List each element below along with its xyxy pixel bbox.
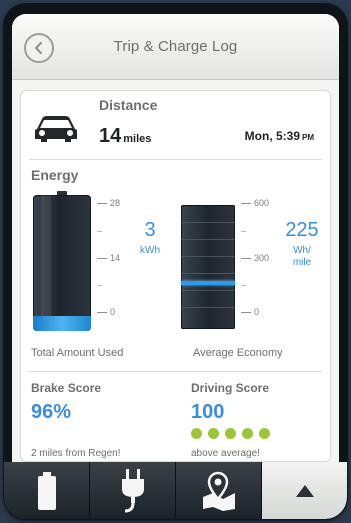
distance-unit: miles [123, 133, 152, 145]
gauge-line [181, 222, 235, 223]
economy-unit-line1: Wh/ [293, 245, 311, 256]
battery-fill [33, 316, 91, 331]
brake-score-value: 96% [31, 401, 72, 423]
gauge-line [181, 256, 235, 257]
score-dot [225, 428, 236, 439]
distance-label: Distance [99, 97, 158, 113]
brake-score-label: Brake Score [31, 381, 102, 395]
trip-card: Distance 14 miles Mon, 5:39 PM Energy 28 1… [20, 90, 331, 462]
energy-used-unit: kWh [140, 245, 160, 256]
battery-gauge [33, 195, 91, 331]
economy-scale: 600 300 0 [241, 198, 271, 317]
plug-icon [121, 468, 144, 512]
score-dot [259, 428, 270, 439]
gauge-line [181, 239, 235, 240]
battery-scale: 28 14 0 [97, 198, 127, 317]
energy-label: Energy [31, 167, 79, 183]
distance-value: 14 miles [99, 125, 151, 148]
trip-time: Mon, 5:39 PM [245, 129, 314, 143]
economy-unit-line2: mile [292, 257, 312, 268]
driving-score-dots [191, 428, 270, 439]
scale-tick [241, 231, 246, 232]
screen: Trip & Charge Log Distance 14 miles Mon, … [12, 14, 339, 462]
driving-score-note: above average! [191, 448, 260, 459]
distance-number: 14 [99, 125, 122, 147]
driving-score-value: 100 [191, 401, 225, 423]
up-arrow-icon [295, 484, 314, 497]
gauge-line [181, 307, 235, 308]
scale-tick [97, 203, 107, 204]
scale-tick [97, 231, 102, 232]
scale-label-max: 600 [254, 198, 270, 208]
scale-tick [241, 285, 246, 286]
map-pin-icon [202, 471, 235, 511]
tab-map[interactable] [176, 462, 262, 519]
economy-caption: Average Economy [193, 347, 283, 359]
gauge-line [181, 290, 235, 291]
energy-used-caption: Total Amount Used [31, 347, 124, 359]
tab-bar [4, 462, 347, 519]
tab-battery[interactable] [4, 462, 90, 519]
tab-expand[interactable] [262, 462, 347, 519]
score-dot [191, 428, 202, 439]
scale-tick [97, 285, 102, 286]
header-bar: Trip & Charge Log [12, 14, 339, 80]
page-title: Trip & Charge Log [113, 38, 238, 55]
scale-tick [97, 258, 107, 259]
scale-label-mid: 300 [254, 253, 270, 263]
car-icon [35, 116, 77, 142]
driving-score-label: Driving Score [191, 381, 270, 395]
economy-marker [181, 281, 235, 285]
trip-time-text: Mon, 5:39 [244, 129, 300, 143]
brake-score-note: 2 miles from Regen! [31, 448, 121, 459]
scale-label-min: 0 [110, 307, 116, 317]
scale-label-min: 0 [254, 307, 260, 317]
scale-tick [241, 258, 251, 259]
energy-used-value: 3 [144, 219, 156, 241]
economy-gauge [181, 205, 235, 329]
divider [29, 371, 322, 372]
scale-label-max: 28 [110, 198, 121, 208]
scale-tick [241, 203, 251, 204]
battery-icon [37, 471, 56, 510]
economy-value: 225 [285, 219, 319, 241]
scale-tick [241, 312, 251, 313]
score-dot [242, 428, 253, 439]
scale-label-mid: 14 [110, 253, 121, 263]
trip-time-ampm: PM [302, 133, 314, 142]
scale-tick [97, 312, 107, 313]
device-frame: Trip & Charge Log Distance 14 miles Mon, … [4, 4, 347, 519]
divider [29, 159, 322, 160]
battery-sheen [41, 195, 51, 331]
gauge-line [181, 273, 235, 274]
score-dot [208, 428, 219, 439]
tab-charge[interactable] [90, 462, 176, 519]
